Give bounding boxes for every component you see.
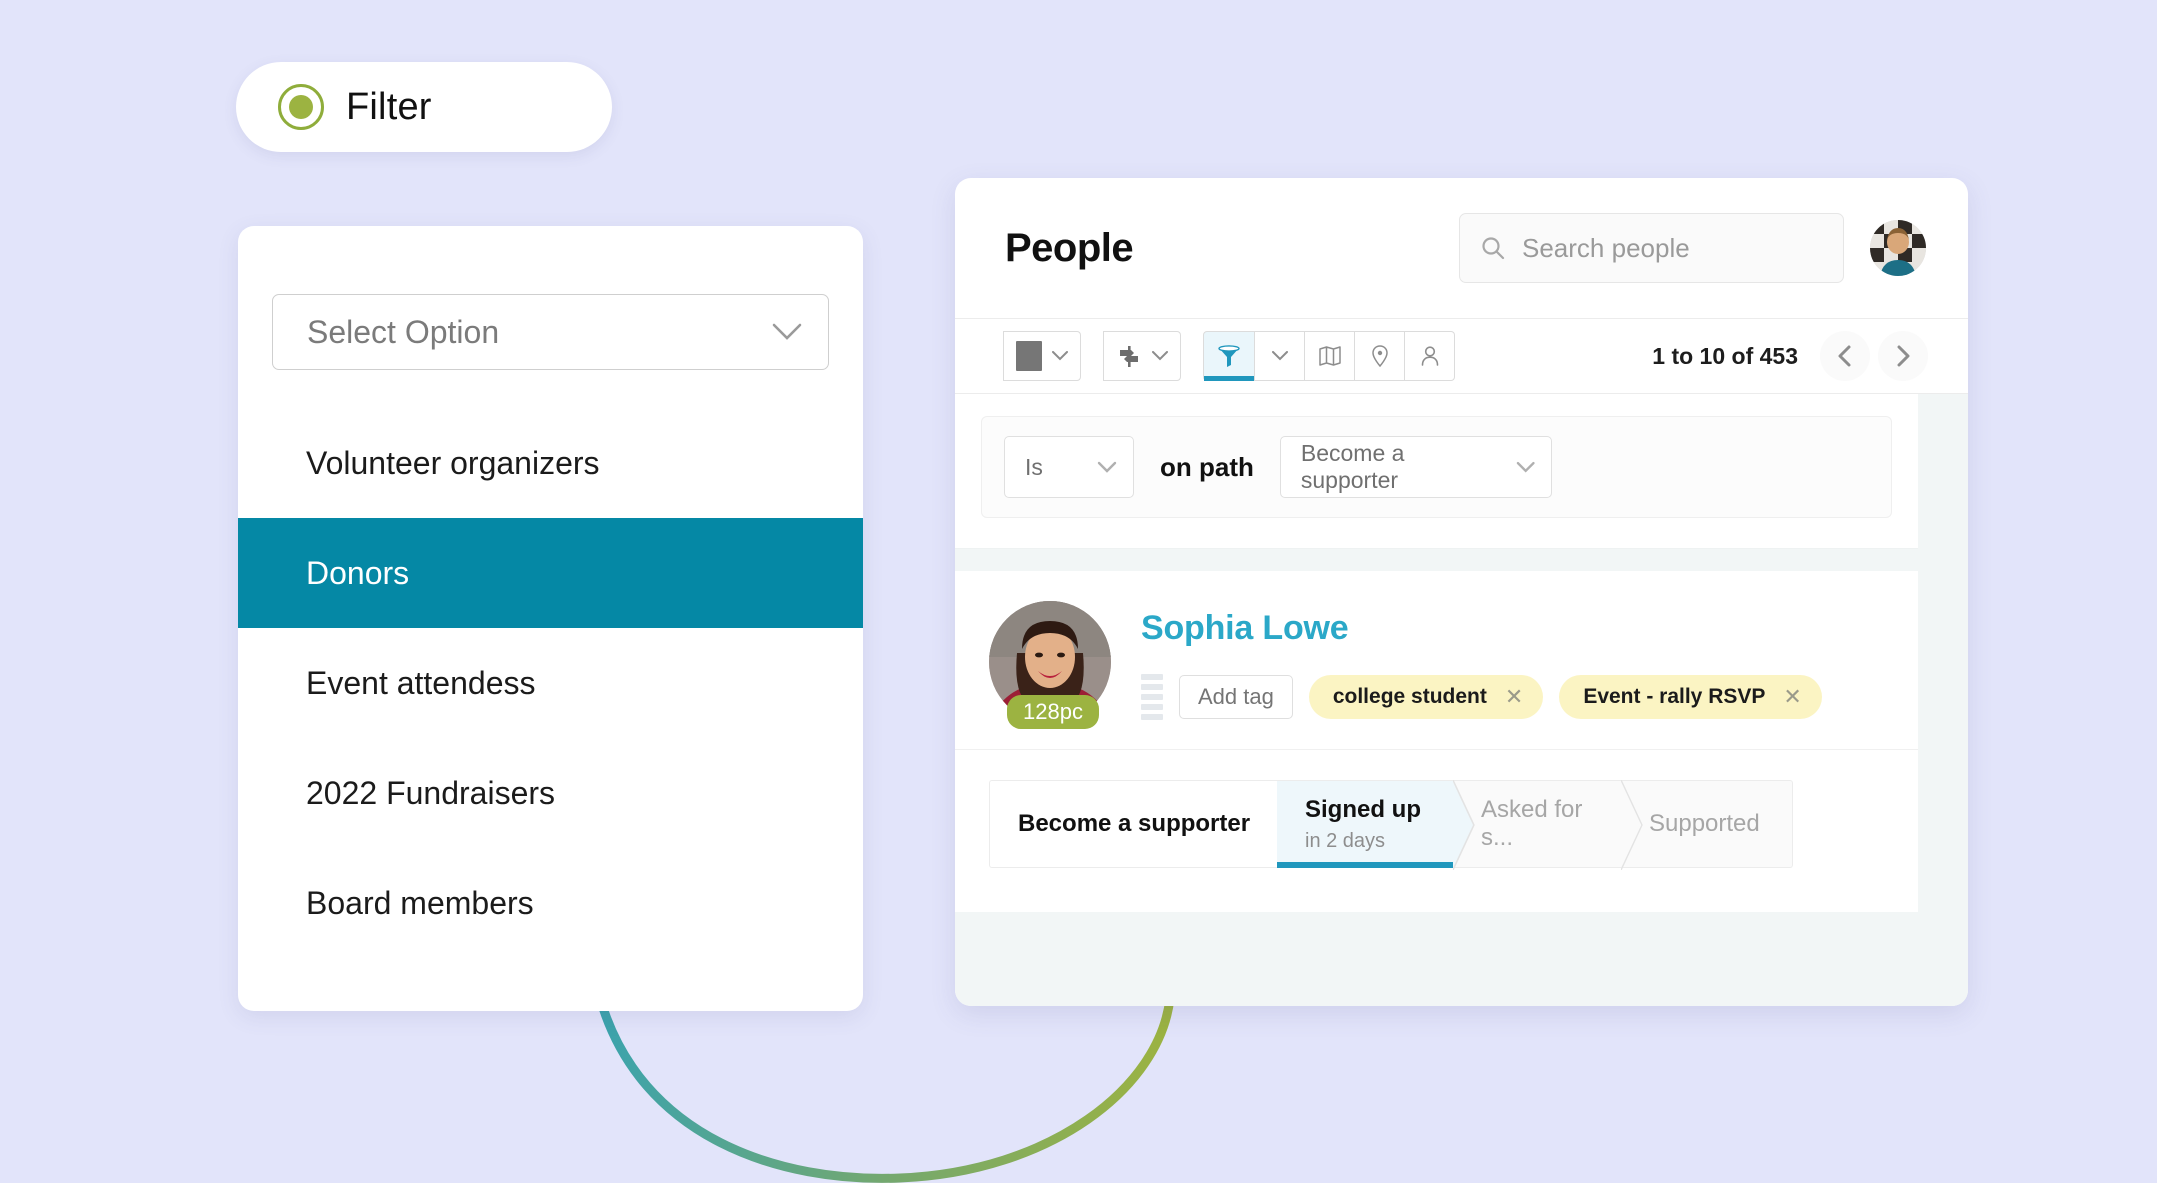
scroll-gutter[interactable] — [1918, 394, 1968, 1006]
filter-option-donors[interactable]: Donors — [238, 518, 863, 628]
user-avatar[interactable] — [1870, 220, 1926, 276]
pipeline-stepper: Become a supporter Signed up in 2 days A… — [989, 780, 1884, 870]
pipeline-stage-supported[interactable]: Supported — [1621, 780, 1793, 868]
chevron-down-icon — [1097, 461, 1117, 473]
page-title: People — [1005, 225, 1134, 270]
option-label: 2022 Fundraisers — [306, 774, 556, 811]
chevron-left-icon — [1838, 345, 1851, 367]
pipeline-section: Become a supporter Signed up in 2 days A… — [955, 749, 1918, 912]
filter-menu-button[interactable] — [1255, 331, 1305, 381]
filter-operator-select[interactable]: Is — [1004, 436, 1134, 498]
filter-condition-row: Is on path Become a supporter — [981, 416, 1892, 518]
pipeline-stage-signed-up[interactable]: Signed up in 2 days — [1277, 780, 1475, 870]
app-toolbar: 1 to 10 of 453 — [955, 318, 1968, 394]
filter-path-select[interactable]: Become a supporter — [1279, 436, 1552, 498]
chevron-down-icon — [1271, 351, 1288, 361]
pipeline-title: Become a supporter — [1018, 810, 1251, 837]
chevron-down-icon — [1052, 351, 1068, 361]
signpost-group — [1103, 331, 1181, 381]
funnel-icon — [1218, 345, 1240, 367]
stage-sublabel: in 2 days — [1305, 829, 1386, 852]
filter-option-event-attendess[interactable]: Event attendess — [238, 628, 863, 738]
person-name-link[interactable]: Sophia Lowe — [1141, 609, 1822, 648]
tag-label: Event - rally RSVP — [1583, 685, 1766, 708]
signpost-menu[interactable] — [1103, 331, 1181, 381]
person-avatar-wrap: 128pc — [989, 601, 1111, 729]
select-all-checkbox[interactable] — [1003, 331, 1081, 381]
filter-connector-label: on path — [1160, 451, 1254, 482]
pipeline-stage-asked-for-support[interactable]: Asked for s... — [1453, 780, 1643, 870]
location-view-button[interactable] — [1355, 331, 1405, 381]
square-icon — [1016, 341, 1042, 371]
person-info: Sophia Lowe Add tag college student ✕ Ev… — [1141, 601, 1822, 720]
person-tag-row: Add tag college student ✕ Event - rally … — [1141, 674, 1822, 720]
pipeline-title-step[interactable]: Become a supporter — [989, 780, 1277, 868]
select-option-placeholder: Select Option — [307, 313, 500, 350]
stage-label: Asked for s... — [1481, 796, 1583, 851]
close-icon[interactable]: ✕ — [1783, 684, 1801, 710]
app-header: People Search people — [955, 178, 1968, 318]
person-view-button[interactable] — [1405, 331, 1455, 381]
map-view-button[interactable] — [1305, 331, 1355, 381]
filter-select-panel: Select Option Volunteer organizers Donor… — [238, 226, 863, 1011]
stage-label: Supported — [1649, 810, 1760, 837]
app-content: Is on path Become a supporter 128pc Soph… — [955, 394, 1968, 1006]
chevron-right-icon — [1897, 345, 1910, 367]
person-score-badge: 128pc — [1007, 695, 1099, 729]
add-tag-label: Add tag — [1198, 684, 1274, 709]
stage-arrow-icon — [1621, 780, 1643, 870]
pagination: 1 to 10 of 453 — [1652, 331, 1928, 381]
chevron-down-icon — [1152, 351, 1168, 361]
map-pin-icon — [1371, 345, 1388, 368]
select-all-group — [1003, 331, 1081, 381]
person-summary: 128pc Sophia Lowe Add tag college studen… — [955, 571, 1918, 749]
filter-option-board-members[interactable]: Board members — [238, 848, 863, 958]
filter-option-volunteer-organizers[interactable]: Volunteer organizers — [238, 408, 863, 518]
filter-pill[interactable]: Filter — [236, 62, 612, 152]
close-icon[interactable]: ✕ — [1505, 684, 1523, 710]
radio-selected-icon — [278, 84, 324, 130]
search-input[interactable]: Search people — [1459, 213, 1844, 283]
filter-option-2022-fundraisers[interactable]: 2022 Fundraisers — [238, 738, 863, 848]
pagination-prev-button[interactable] — [1820, 331, 1870, 381]
add-tag-button[interactable]: Add tag — [1179, 675, 1293, 719]
stage-arrow-icon — [1453, 780, 1475, 870]
option-label: Event attendess — [306, 664, 536, 701]
filter-condition-card: Is on path Become a supporter — [955, 394, 1918, 549]
chevron-down-icon — [772, 323, 802, 340]
tag-label: college student — [1332, 685, 1487, 708]
screenshot-root: Filter Select Option Volunteer organizer… — [0, 0, 2157, 1183]
pagination-range: 1 to 10 of 453 — [1652, 342, 1798, 369]
pagination-next-button[interactable] — [1878, 331, 1928, 381]
people-app-window: People Search people 1 to 10 of 453 Is o… — [955, 178, 1968, 1006]
tag-event-rally-rsvp[interactable]: Event - rally RSVP ✕ — [1559, 675, 1822, 719]
search-icon — [1482, 237, 1505, 260]
filter-view-button[interactable] — [1203, 331, 1255, 381]
option-label: Volunteer organizers — [306, 444, 600, 481]
stacked-bars-icon[interactable] — [1141, 674, 1163, 720]
option-label: Donors — [306, 554, 410, 591]
option-label: Board members — [306, 884, 534, 921]
search-placeholder: Search people — [1522, 232, 1690, 263]
map-icon — [1318, 346, 1341, 366]
person-icon — [1421, 346, 1438, 366]
filter-path-value: Become a supporter — [1300, 440, 1405, 493]
filter-pill-label: Filter — [346, 85, 432, 128]
person-card: 128pc Sophia Lowe Add tag college studen… — [955, 571, 1918, 912]
chevron-down-icon — [1516, 461, 1535, 473]
tag-college-student[interactable]: college student ✕ — [1308, 675, 1544, 719]
filter-option-list: Volunteer organizers Donors Event attend… — [238, 408, 863, 958]
avatar-photo — [1870, 220, 1926, 276]
filter-operator-value: Is — [1025, 453, 1043, 480]
stage-label: Signed up — [1305, 795, 1421, 823]
select-option-dropdown[interactable]: Select Option — [272, 294, 829, 370]
signpost-icon — [1120, 346, 1138, 367]
view-switch-group — [1203, 331, 1455, 381]
